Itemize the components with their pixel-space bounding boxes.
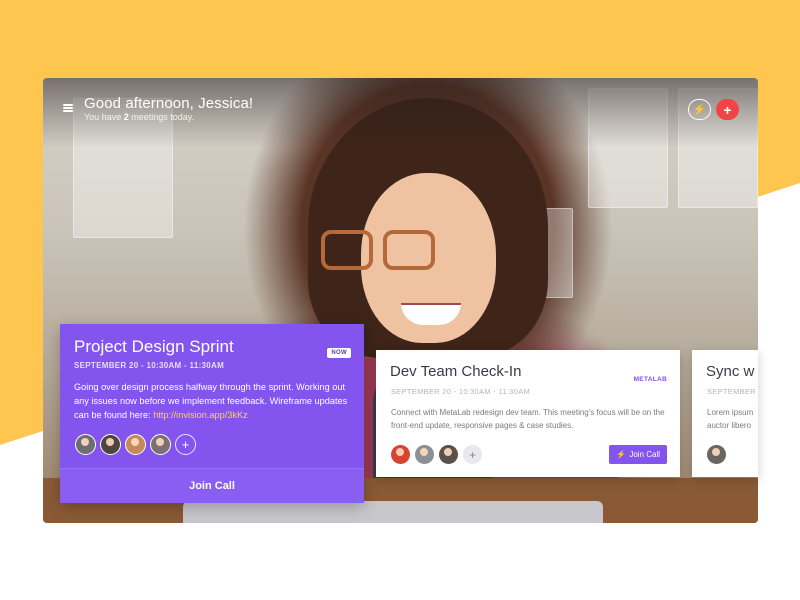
avatar[interactable] — [125, 434, 146, 455]
meeting-time: SEPTEMBER 20 - 10:30AM - 11:30AM — [391, 387, 531, 396]
meeting-count-subtitle: You have 2 meetings today. — [84, 112, 195, 122]
add-attendee-button[interactable]: + — [175, 434, 196, 455]
attendee-list: + — [75, 434, 196, 455]
join-call-button[interactable]: Join Call — [60, 468, 364, 503]
meeting-description: Connect with MetaLab redesign dev team. … — [391, 408, 665, 430]
add-attendee-button[interactable]: + — [463, 445, 482, 464]
menu-icon[interactable] — [63, 104, 73, 112]
meeting-card[interactable]: Dev Team Check-In METALAB SEPTEMBER 20 -… — [376, 350, 680, 477]
now-badge: NOW — [327, 348, 351, 358]
meeting-title: Sync w — [706, 363, 755, 380]
add-meeting-button[interactable]: + — [716, 99, 739, 120]
plus-icon: + — [723, 101, 732, 118]
meeting-title: Dev Team Check-In — [390, 363, 522, 380]
meeting-time: SEPTEMBER 2 — [707, 387, 758, 396]
meeting-card[interactable]: Sync w SEPTEMBER 2 Lorem ipsum auctor li… — [692, 350, 758, 477]
meeting-title: Project Design Sprint — [74, 337, 234, 356]
invision-link[interactable]: http://invision.app/3kKz — [153, 410, 247, 420]
join-call-button[interactable]: ⚡ Join Call — [609, 445, 667, 464]
photo-glasses-left — [321, 230, 373, 270]
bolt-icon: ⚡ — [692, 104, 707, 116]
avatar[interactable] — [439, 445, 458, 464]
bolt-icon: ⚡ — [616, 450, 627, 459]
attendee-list: + — [391, 445, 482, 464]
greeting-title: Good afternoon, Jessica! — [84, 95, 254, 112]
photo-glasses-right — [383, 230, 435, 270]
avatar[interactable] — [707, 445, 726, 464]
meeting-description: Going over design process halfway throug… — [74, 382, 348, 420]
meeting-time: SEPTEMBER 20 - 10:30AM - 11:30AM — [74, 361, 225, 370]
attendee-list — [707, 445, 726, 464]
meeting-description: Lorem ipsum auctor libero — [707, 408, 754, 430]
avatar[interactable] — [391, 445, 410, 464]
avatar[interactable] — [415, 445, 434, 464]
avatar[interactable] — [150, 434, 171, 455]
meeting-card-featured[interactable]: Project Design Sprint NOW SEPTEMBER 20 -… — [60, 324, 364, 503]
org-label: METALAB — [633, 376, 667, 383]
join-call-label: Join Call — [629, 450, 660, 459]
avatar[interactable] — [75, 434, 96, 455]
quick-call-button[interactable]: ⚡ — [688, 99, 711, 120]
photo-laptop — [183, 501, 603, 523]
avatar[interactable] — [100, 434, 121, 455]
